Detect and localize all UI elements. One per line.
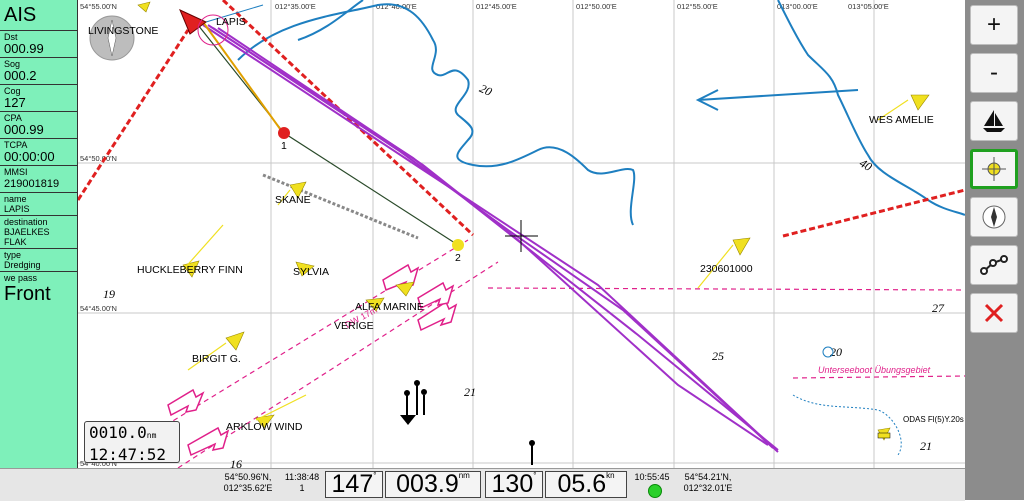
- depth-sounding: 27: [932, 301, 945, 315]
- waypoint-marker[interactable]: [452, 239, 464, 251]
- ais-row-cog: Cog 127: [0, 85, 77, 112]
- odas-buoy-icon[interactable]: [877, 432, 891, 439]
- depth-sounding: 19: [103, 287, 115, 301]
- vessel-name-label: 230601000: [700, 263, 753, 275]
- gps-status-icon: [648, 484, 662, 498]
- waypoint-label: 1: [281, 140, 287, 152]
- lat-tick-label: 54°55.00'N: [80, 2, 117, 11]
- route-waypoints-icon: [980, 255, 1008, 275]
- distance-readout: 003.9 nm: [385, 470, 481, 498]
- vessel-name-label: HUCKLEBERRY FINN: [137, 264, 243, 276]
- vessel-name-label: ARKLOW WIND: [226, 421, 303, 433]
- depth-contour-label: 20: [477, 81, 494, 99]
- ais-row-cpa: CPA 000.99: [0, 112, 77, 139]
- lat-tick-label: 54°45.00'N: [80, 304, 117, 313]
- course-readout: 130 °: [485, 470, 543, 498]
- distance-time-panel: 0010.0nm 12:47:52: [84, 421, 180, 464]
- lon-tick-label: 013°05.00'E: [848, 2, 889, 11]
- compass-icon: [982, 205, 1006, 229]
- vessel-name-label: LAPIS: [216, 16, 246, 28]
- right-toolbar: + -: [965, 0, 1024, 500]
- vessel-name-label: VERIGE: [334, 320, 374, 332]
- ais-row-sog: Sog 000.2: [0, 58, 77, 85]
- waypoint-marker[interactable]: [278, 127, 290, 139]
- ais-row-name: name LAPIS: [0, 193, 77, 216]
- zoom-out-button[interactable]: -: [970, 53, 1018, 93]
- route-button[interactable]: [970, 245, 1018, 285]
- lon-tick-label: 012°35.00'E: [275, 2, 316, 11]
- status-bar: 54°50.96'N, 012°35.62'E 11:38:48 1 147 ° 00…: [0, 468, 965, 501]
- cursor-position: 54°50.96'N, 012°35.62'E: [223, 472, 273, 493]
- buoy-label: ODAS Fl(5)Y.20s Y: [903, 415, 965, 424]
- gps-time: 10:55:45: [634, 472, 670, 482]
- lon-tick-label: 012°55.00'E: [677, 2, 718, 11]
- vessel-name-label: SYLVIA: [293, 266, 329, 278]
- area-label: Unterseeboot Übungsgebiet: [818, 365, 931, 375]
- distance-value: 0010.0: [89, 423, 147, 442]
- ais-title: AIS: [0, 0, 77, 31]
- crosshair-target-icon: [982, 157, 1006, 181]
- gps-position: 54°54.21'N, 012°32.01'E: [683, 472, 733, 493]
- compass-button[interactable]: [970, 197, 1018, 237]
- depth-contour-20: [792, 394, 902, 456]
- chart-canvas[interactable]: 012°35.00'E 012°40.00'E 012°45.00'E 012°…: [78, 0, 965, 468]
- close-icon: [984, 303, 1004, 323]
- depth-contour-40: [777, 0, 965, 216]
- bearing-readout: 147 °: [325, 470, 383, 498]
- vessel-name-label: WES AMELIE: [869, 114, 934, 126]
- waypoint-label: 2: [455, 252, 461, 264]
- center-position-button[interactable]: [970, 149, 1018, 189]
- ais-panel: AIS Dst 000.99 Sog 000.2 Cog 127 CPA 000.99 …: [0, 0, 78, 468]
- depth-sounding: 16: [230, 457, 242, 468]
- vessel-name-label: ALFA MARINE: [355, 301, 424, 313]
- ais-row-tcpa: TCPA 00:00:00: [0, 139, 77, 166]
- sailboat-icon: [983, 110, 1005, 132]
- lat-tick-label: 54°50.00'N: [80, 154, 117, 163]
- depth-sounding: 21: [464, 385, 476, 399]
- depth-sounding: 21: [920, 439, 932, 453]
- sailboat-button[interactable]: [970, 101, 1018, 141]
- current-time: 12:47:52: [89, 445, 167, 464]
- ais-row-mmsi: MMSI 219001819: [0, 166, 77, 193]
- distance-unit: nm: [146, 431, 157, 440]
- vessel-name-label: BIRGIT G.: [192, 353, 241, 365]
- zoom-in-button[interactable]: +: [970, 5, 1018, 45]
- depth-sounding: 25: [712, 349, 724, 363]
- vessel-track: [197, 24, 459, 246]
- lon-tick-label: 012°45.00'E: [476, 2, 517, 11]
- vessel-name-label: LIVINGSTONE: [88, 25, 158, 37]
- current-arrow-icon: [695, 89, 859, 111]
- close-button[interactable]: [970, 293, 1018, 333]
- traffic-lane: [78, 0, 965, 238]
- depth-contour-label: 40: [857, 156, 874, 174]
- ais-row-we-pass: we pass Front: [4, 273, 51, 305]
- depth-sounding: 20: [830, 345, 842, 359]
- ais-row-type: type Dredging: [0, 249, 77, 272]
- lon-tick-label: 012°50.00'E: [576, 2, 617, 11]
- nautical-chart[interactable]: 012°35.00'E 012°40.00'E 012°45.00'E 012°…: [78, 0, 965, 468]
- cursor-time: 11:38:48 1: [284, 472, 320, 493]
- vessel-name-label: SKANE: [275, 194, 311, 206]
- dredging-track: [262, 173, 419, 240]
- ais-row-dst: Dst 000.99: [0, 31, 77, 58]
- lon-tick-label: 012°40.00'E: [376, 2, 417, 11]
- speed-readout: 05.6 kn: [545, 470, 627, 498]
- ais-row-destination: destination BJAELKES FLAK: [0, 216, 77, 249]
- ais-vessel-icons[interactable]: [137, 1, 930, 441]
